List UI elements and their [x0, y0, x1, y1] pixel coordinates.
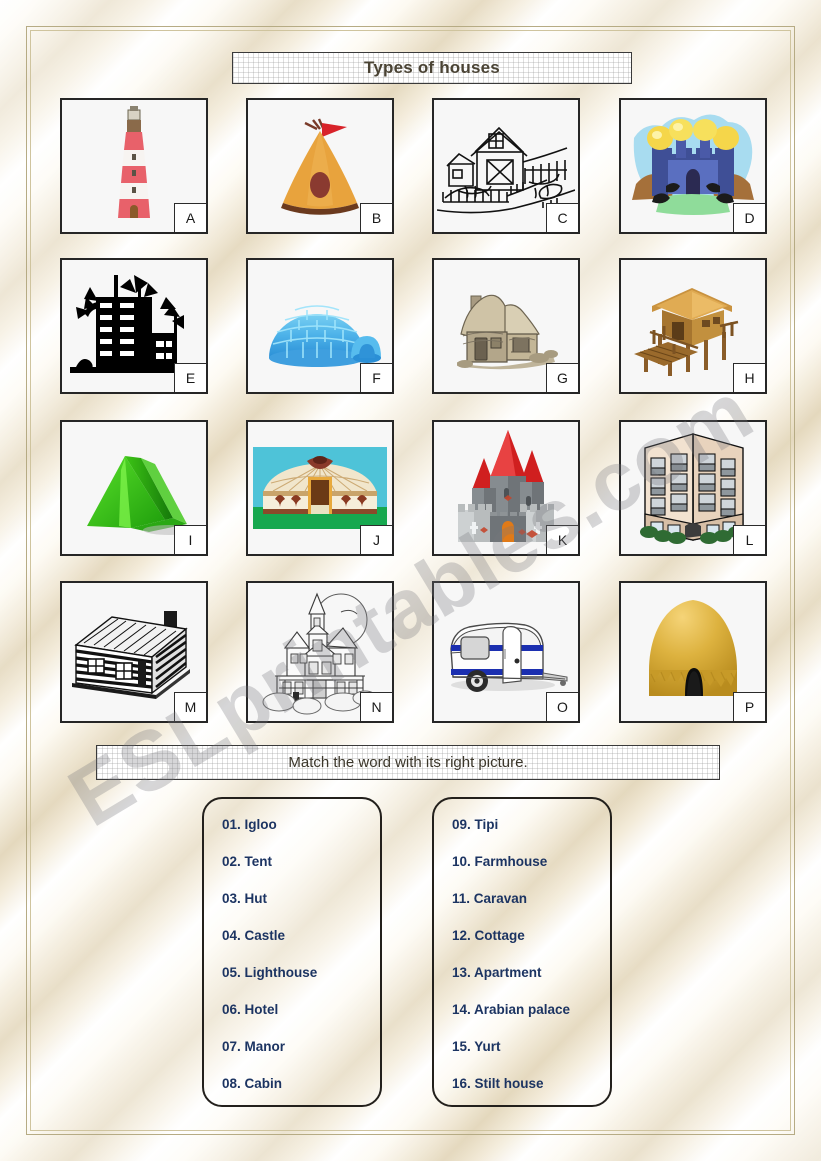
worksheet-content: Types of houses A B C D E F G H I J K L …	[0, 0, 821, 1161]
word-item: 13. Apartment	[452, 965, 542, 980]
word-item: 09. Tipi	[452, 817, 499, 832]
word-item: 04. Castle	[222, 928, 286, 943]
word-item: 07. Manor	[222, 1039, 286, 1054]
instruction-text: Match the word with its right picture.	[288, 754, 528, 771]
word-item: 16. Stilt house	[452, 1076, 544, 1091]
card-letter-k: K	[546, 525, 578, 554]
instruction-banner: Match the word with its right picture.	[96, 745, 720, 780]
card-letter-a: A	[174, 203, 206, 232]
picture-card-o[interactable]: O	[432, 581, 580, 723]
word-item: 14. Arabian palace	[452, 1002, 571, 1017]
word-item: 15. Yurt	[452, 1039, 501, 1054]
card-letter-b: B	[360, 203, 392, 232]
card-letter-o: O	[546, 692, 578, 721]
card-letter-d: D	[733, 203, 765, 232]
word-list-right[interactable]: 09. Tipi 10. Farmhouse 11. Caravan 12. C…	[432, 797, 612, 1107]
picture-card-n[interactable]: N	[246, 581, 394, 723]
word-item: 11. Caravan	[452, 891, 528, 906]
word-item: 03. Hut	[222, 891, 268, 906]
word-item: 08. Cabin	[222, 1076, 283, 1091]
card-letter-l: L	[733, 525, 765, 554]
picture-card-d[interactable]: D	[619, 98, 767, 234]
word-item: 10. Farmhouse	[452, 854, 548, 869]
picture-card-b[interactable]: B	[246, 98, 394, 234]
card-letter-n: N	[360, 692, 392, 721]
card-letter-e: E	[174, 363, 206, 392]
picture-card-f[interactable]: F	[246, 258, 394, 394]
picture-card-a[interactable]: A	[60, 98, 208, 234]
card-letter-p: P	[733, 692, 765, 721]
card-letter-i: I	[174, 525, 206, 554]
word-item: 06. Hotel	[222, 1002, 279, 1017]
card-letter-c: C	[546, 203, 578, 232]
word-item: 01. Igloo	[222, 817, 277, 832]
picture-card-h[interactable]: H	[619, 258, 767, 394]
card-letter-m: M	[174, 692, 206, 721]
picture-card-g[interactable]: G	[432, 258, 580, 394]
card-letter-j: J	[360, 525, 392, 554]
card-letter-h: H	[733, 363, 765, 392]
word-list-left[interactable]: 01. Igloo 02. Tent 03. Hut 04. Castle 05…	[202, 797, 382, 1107]
word-item: 12. Cottage	[452, 928, 525, 943]
title-banner: Types of houses	[232, 52, 632, 84]
card-letter-f: F	[360, 363, 392, 392]
word-item: 05. Lighthouse	[222, 965, 318, 980]
picture-card-p[interactable]: P	[619, 581, 767, 723]
picture-card-j[interactable]: J	[246, 420, 394, 556]
picture-card-k[interactable]: K	[432, 420, 580, 556]
picture-card-e[interactable]: E	[60, 258, 208, 394]
word-item: 02. Tent	[222, 854, 273, 869]
picture-card-i[interactable]: I	[60, 420, 208, 556]
page-title: Types of houses	[364, 58, 500, 77]
card-letter-g: G	[546, 363, 578, 392]
picture-card-c[interactable]: C	[432, 98, 580, 234]
picture-card-l[interactable]: L	[619, 420, 767, 556]
picture-card-m[interactable]: M	[60, 581, 208, 723]
